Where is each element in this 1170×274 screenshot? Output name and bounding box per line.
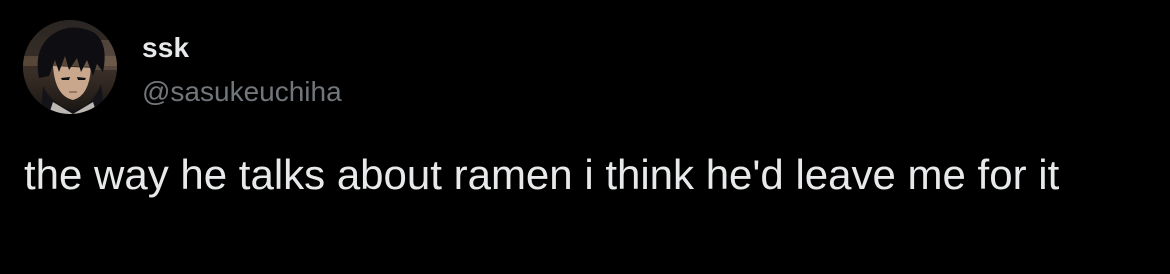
avatar[interactable]: [23, 20, 117, 114]
display-name[interactable]: ssk: [142, 32, 189, 64]
user-handle[interactable]: @sasukeuchiha: [142, 76, 342, 108]
anime-character-avatar-icon: [23, 20, 117, 114]
tweet-text: the way he talks about ramen i think he'…: [24, 151, 1060, 198]
tweet-card: ssk @sasukeuchiha the way he talks about…: [0, 0, 1170, 274]
